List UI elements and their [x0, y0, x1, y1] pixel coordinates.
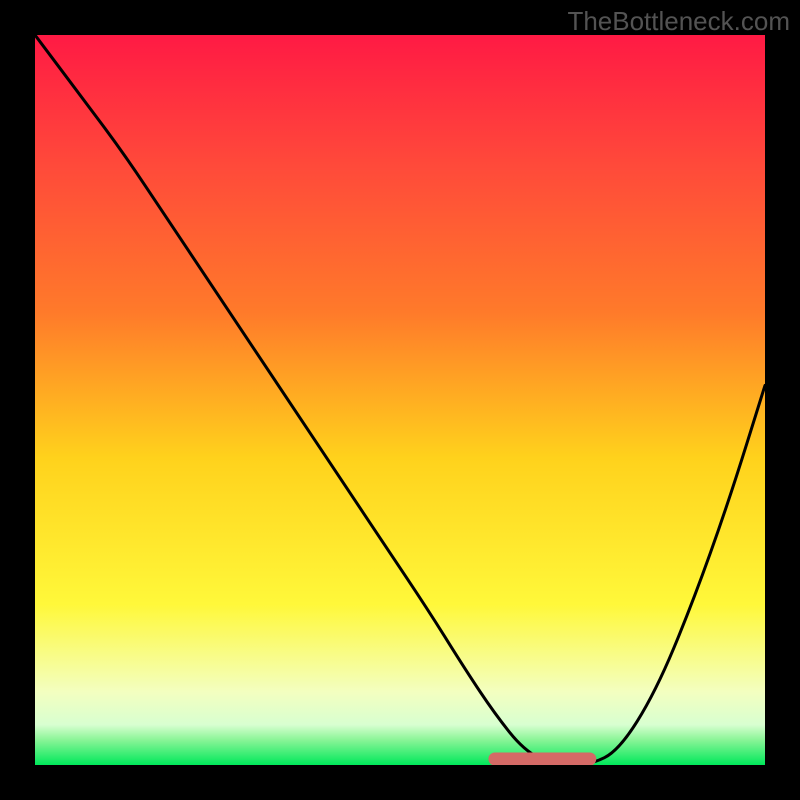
plot-background: [35, 35, 765, 765]
chart-container: TheBottleneck.com: [0, 0, 800, 800]
watermark-text: TheBottleneck.com: [567, 6, 790, 37]
bottleneck-chart: [0, 0, 800, 800]
